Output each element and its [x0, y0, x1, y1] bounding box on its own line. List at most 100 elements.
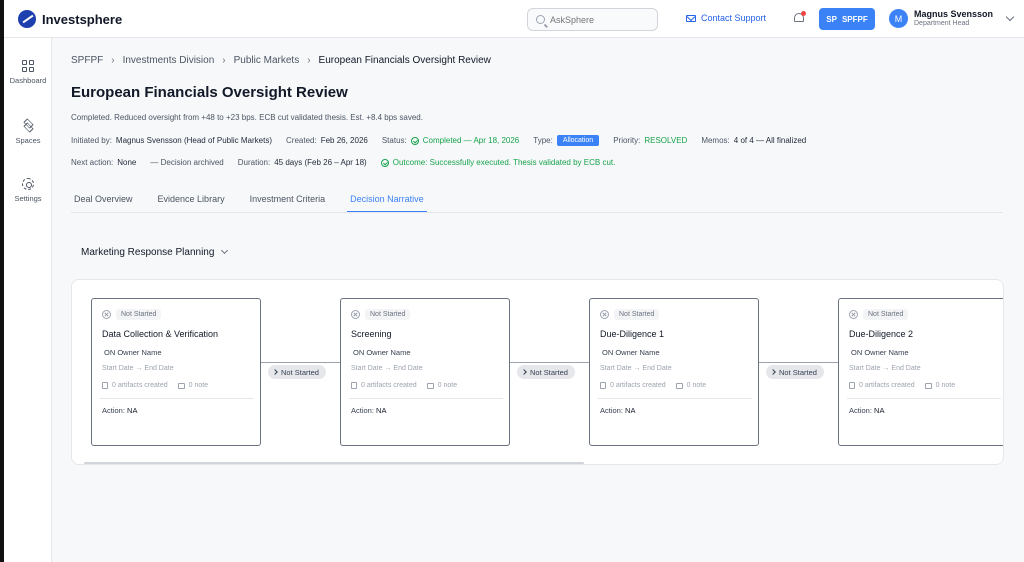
chevron-right-icon [521, 369, 527, 375]
stage-card[interactable]: Not Started Data Collection & Verificati… [91, 298, 261, 446]
brand[interactable]: Investsphere [18, 10, 122, 28]
stage-action: Action: NA [102, 406, 138, 415]
stage-dates: Start Date → End Date [351, 365, 423, 372]
contact-support-label: Contact Support [701, 13, 767, 23]
chevron-right-icon [770, 369, 776, 375]
comment-icon [675, 382, 683, 389]
check-circle-icon [380, 158, 389, 167]
stage-owner: ON Owner Name [104, 348, 162, 357]
stage-card[interactable]: Not Started Due-Diligence 1 ON Owner Nam… [589, 298, 759, 446]
comment-icon [177, 382, 185, 389]
stage-dates: Start Date → End Date [600, 365, 672, 372]
note-count: 0 note [686, 382, 707, 389]
x-circle-icon [102, 310, 111, 319]
brand-name: Investsphere [42, 11, 123, 27]
layers-icon [22, 118, 35, 133]
connector-status: Not Started [766, 365, 824, 379]
tab-evidence-library[interactable]: Evidence Library [155, 186, 228, 212]
breadcrumb-separator: › [222, 55, 226, 66]
avatar: M [889, 9, 908, 28]
breadcrumb-item[interactable]: SPFPF [71, 55, 103, 66]
note-count: 0 note [437, 382, 458, 389]
breadcrumb-separator: › [111, 55, 115, 66]
type-badge: Allocation [556, 135, 600, 146]
meta-row-secondary: Next action: None — Decision archived Du… [71, 158, 616, 167]
horizontal-scrollbar[interactable] [84, 462, 584, 464]
sidebar-item-spaces[interactable]: Spaces [4, 118, 52, 145]
section-dropdown[interactable]: Marketing Response Planning [81, 246, 229, 258]
org-switcher-button[interactable]: SP SPFPF [819, 8, 875, 30]
chevron-right-icon [272, 369, 278, 375]
tab-bar: Deal Overview Evidence Library Investmen… [71, 186, 446, 212]
x-circle-icon [351, 310, 360, 319]
connector-line [759, 362, 838, 363]
status-badge: Not Started [614, 309, 660, 320]
contact-support-link[interactable]: Contact Support [686, 13, 766, 23]
sidebar-item-label: Spaces [15, 136, 41, 145]
meta-row-primary: Initiated by: Magnus Svensson (Head of P… [71, 135, 807, 146]
artifact-count: 0 artifacts created [112, 382, 168, 389]
search-icon [536, 15, 545, 24]
search-input[interactable] [550, 14, 650, 25]
check-circle-icon [410, 136, 419, 145]
user-menu[interactable]: M Magnus Svensson Department Head [889, 9, 1015, 28]
comment-icon [426, 382, 434, 389]
duration-value: 45 days (Feb 26 – Apr 18) [274, 158, 367, 167]
artifact-count: 0 artifacts created [859, 382, 915, 389]
stage-card[interactable]: Not Started Due-Diligence 2 ON Owner Nam… [838, 298, 1003, 446]
next-action-value: None [117, 158, 137, 167]
notification-dot [801, 11, 806, 16]
user-name: Magnus Svensson [914, 9, 994, 19]
stage-owner: ON Owner Name [602, 348, 660, 357]
memos-value: 4 of 4 — All finalized [733, 136, 807, 145]
chevron-down-icon [221, 246, 229, 255]
workflow-pipeline[interactable]: Not Started Data Collection & Verificati… [71, 279, 1004, 465]
status-badge: Not Started [116, 309, 162, 320]
notification-bell-icon[interactable] [792, 11, 806, 25]
sidebar: Dashboard Spaces Settings [4, 38, 52, 562]
connector-status: Not Started [517, 365, 575, 379]
sidebar-item-label: Dashboard [9, 76, 47, 85]
priority-value: RESOLVED [644, 136, 688, 145]
status-badge: Not Started [365, 309, 411, 320]
org-name: SPFPF [841, 14, 868, 24]
stage-dates: Start Date → End Date [102, 365, 174, 372]
top-bar: Investsphere Contact Support SP SPFPF M … [4, 0, 1024, 38]
org-initials: SP [826, 14, 837, 24]
section-dropdown-value: Marketing Response Planning [81, 247, 215, 258]
stage-card[interactable]: Not Started Screening ON Owner Name Star… [340, 298, 510, 446]
decision-status: — Decision archived [150, 158, 224, 167]
stage-action: Action: NA [600, 406, 636, 415]
stage-owner: ON Owner Name [353, 348, 411, 357]
connector-line [261, 362, 340, 363]
main-content: SPFPF › Investments Division › Public Ma… [52, 38, 1024, 562]
artifact-count: 0 artifacts created [610, 382, 666, 389]
tab-deal-overview[interactable]: Deal Overview [71, 186, 136, 212]
breadcrumb-item[interactable]: Investments Division [123, 55, 215, 66]
stage-title: Due-Diligence 2 [849, 329, 914, 339]
stage-action: Action: NA [849, 406, 885, 415]
note-count: 0 note [935, 382, 956, 389]
stage-dates: Start Date → End Date [849, 365, 921, 372]
grid-icon [22, 60, 34, 72]
brand-logo-icon [18, 10, 36, 28]
page-summary: Completed. Reduced oversight from +48 to… [71, 113, 423, 122]
sidebar-item-label: Settings [14, 194, 42, 203]
gear-icon [22, 178, 34, 190]
stage-title: Data Collection & Verification [102, 329, 219, 339]
breadcrumb-separator: › [307, 55, 311, 66]
tab-investment-criteria[interactable]: Investment Criteria [247, 186, 329, 212]
stage-owner: ON Owner Name [851, 348, 909, 357]
sidebar-item-dashboard[interactable]: Dashboard [4, 60, 52, 85]
status-value: Completed — Apr 18, 2026 [422, 136, 520, 145]
document-icon [102, 382, 108, 389]
connector-status: Not Started [268, 365, 326, 379]
tab-decision-narrative[interactable]: Decision Narrative [347, 186, 427, 212]
outcome-value: Outcome: Successfully executed. Thesis v… [392, 158, 616, 167]
note-count: 0 note [188, 382, 209, 389]
mail-icon [686, 14, 696, 22]
search-box[interactable] [527, 8, 658, 31]
breadcrumb-item[interactable]: Public Markets [234, 55, 300, 66]
sidebar-item-settings[interactable]: Settings [4, 178, 52, 203]
artifact-count: 0 artifacts created [361, 382, 417, 389]
